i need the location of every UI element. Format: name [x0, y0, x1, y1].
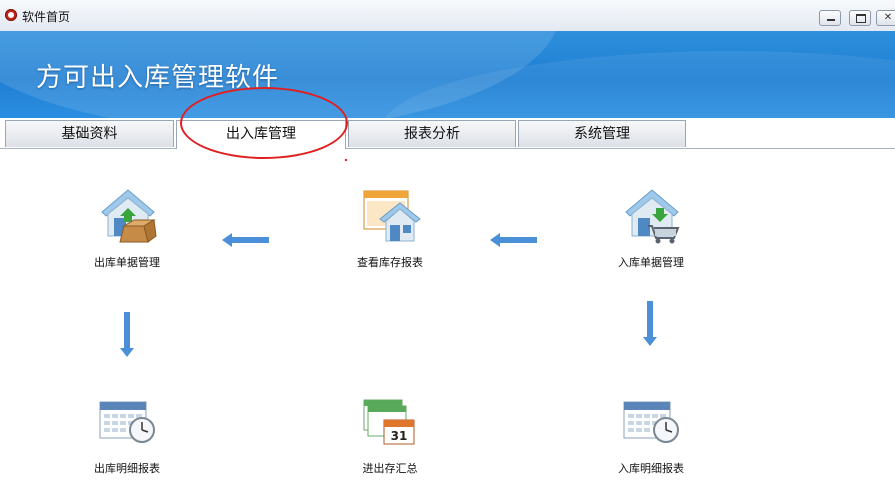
close-button[interactable]: ✕ [876, 10, 895, 26]
minimize-icon [820, 11, 840, 25]
arrow-left-icon [222, 233, 269, 247]
tab-report-analysis[interactable]: 报表分析 [348, 120, 516, 147]
tab-basic-data[interactable]: 基础资料 [5, 120, 174, 147]
arrow-left-icon [490, 233, 537, 247]
main-tabbar: 基础资料 出入库管理 报表分析 系统管理 [0, 118, 895, 149]
minimize-button[interactable] [819, 10, 841, 26]
calendar-clock-icon [623, 401, 679, 443]
tab-system-management[interactable]: 系统管理 [518, 120, 686, 147]
house-cart-icon [625, 189, 680, 244]
maximize-button[interactable] [849, 10, 871, 26]
window-titlebar: 软件首页 ✕ [0, 0, 895, 32]
calendar-clock-icon [99, 401, 155, 443]
maximize-icon [850, 11, 870, 25]
outbound-detail-label: 出库明细报表 [94, 462, 160, 475]
window-title: 软件首页 [22, 10, 71, 24]
calendar-31-icon: 31 [363, 399, 415, 445]
app-logo-icon [5, 9, 17, 21]
inout-summary-label: 进出存汇总 [362, 462, 418, 475]
stock-report-label: 查看库存报表 [357, 256, 423, 269]
highlight-dot [345, 159, 347, 161]
inbound-docs-label: 入库单据管理 [618, 256, 684, 269]
app-banner: 方可出入库管理软件 [0, 31, 895, 118]
inbound-detail-label: 入库明细报表 [618, 462, 684, 475]
arrow-down-icon [643, 301, 657, 346]
house-box-icon [101, 189, 157, 243]
close-icon: ✕ [883, 12, 893, 23]
calendar-day-text: 31 [391, 429, 408, 443]
arrow-down-icon [120, 312, 134, 357]
highlight-ellipse [180, 87, 348, 159]
outbound-docs-label: 出库单据管理 [94, 256, 160, 269]
house-window-icon [363, 190, 421, 242]
